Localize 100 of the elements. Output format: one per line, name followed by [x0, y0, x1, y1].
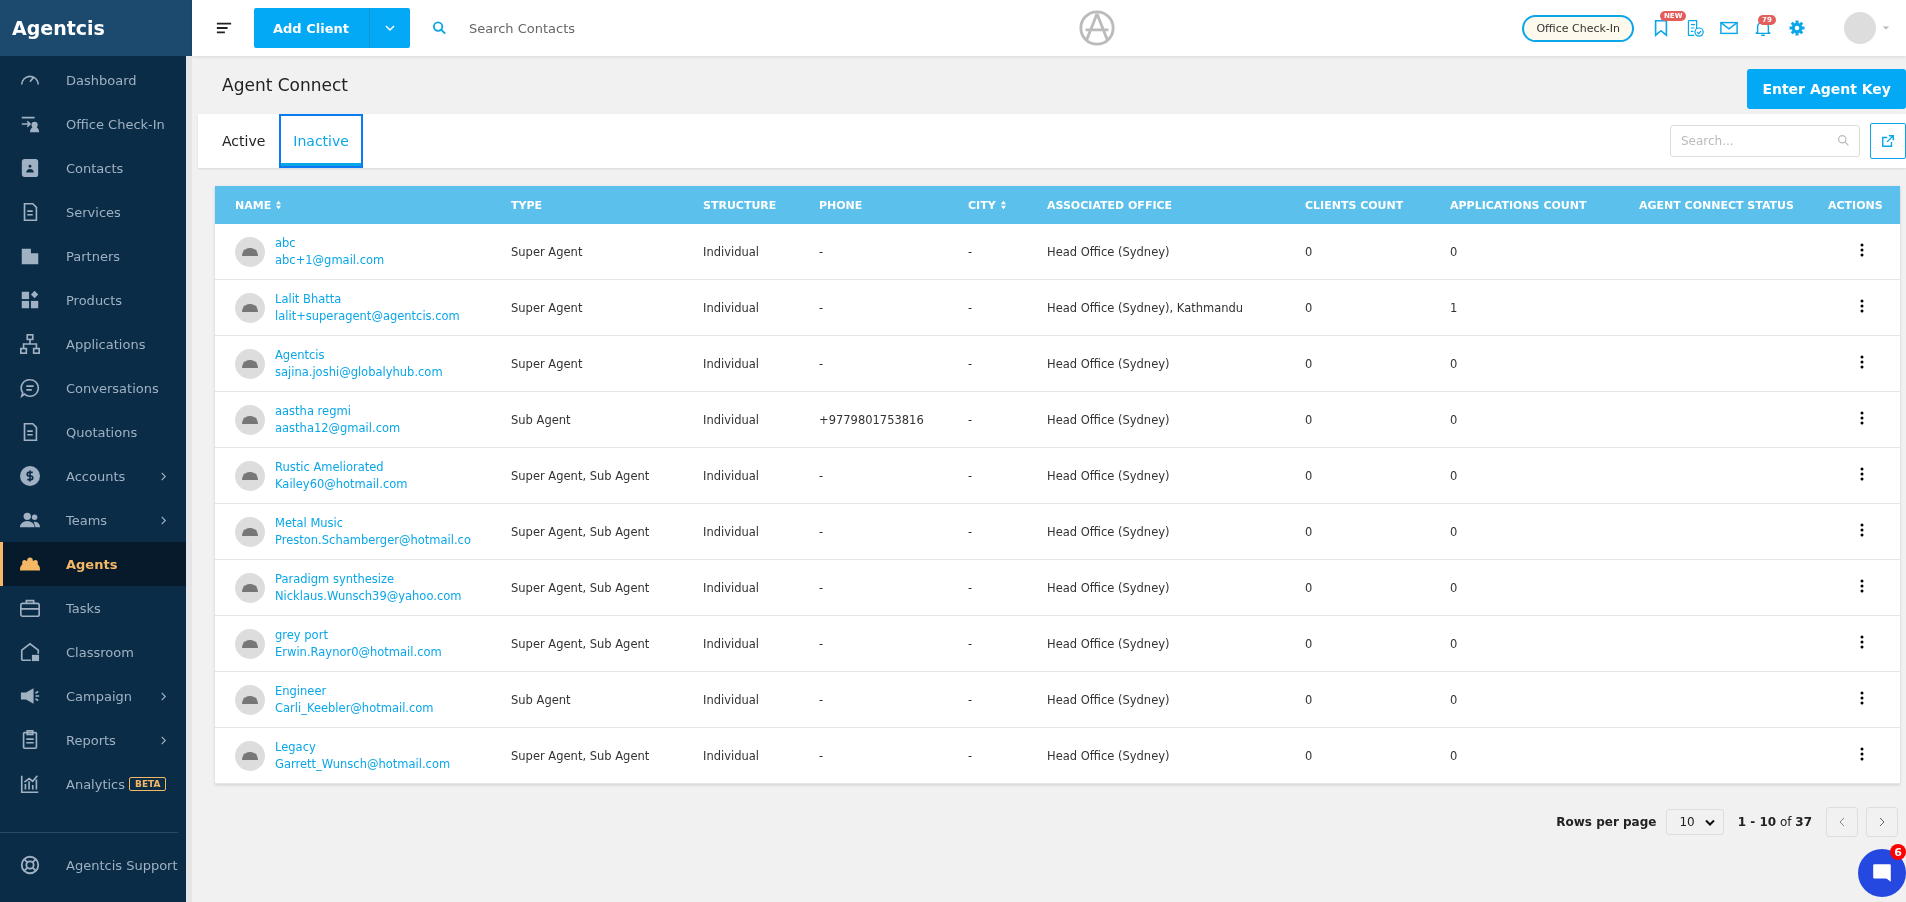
sidebar-item[interactable]: Classroom	[0, 630, 186, 674]
sidebar-item[interactable]: Teams	[0, 498, 186, 542]
table-cell-text: -	[967, 524, 974, 539]
table-cell-text: Super Agent, Sub Agent	[510, 468, 651, 483]
table-cell-text: -	[967, 692, 974, 707]
column-header: APPLICATIONS COUNT	[1449, 198, 1588, 212]
support-link[interactable]: Agentcis Support	[0, 843, 186, 887]
table-cell-text: 0	[1304, 748, 1314, 763]
more-options-icon[interactable]	[1860, 243, 1864, 257]
tab[interactable]: Inactive	[279, 114, 363, 168]
sidebar-item[interactable]: Dashboard	[0, 58, 186, 102]
sidebar-item[interactable]: Quotations	[0, 410, 186, 454]
table-cell-text: 0	[1449, 524, 1459, 539]
agent-name-link[interactable]: grey port	[275, 628, 442, 642]
agent-name-link[interactable]: Agentcis	[275, 348, 443, 362]
avatar-icon	[235, 292, 265, 323]
agent-name-link[interactable]: Rustic Ameliorated	[275, 460, 408, 474]
rows-per-page-select[interactable]: 10	[1666, 809, 1724, 835]
table-cell-text: Head Office (Sydney), Kathmandu	[1046, 300, 1245, 315]
agent-email-link[interactable]: Nicklaus.Wunsch39@yahoo.com	[275, 589, 462, 603]
unread-badge: 6	[1890, 844, 1906, 860]
more-options-icon[interactable]	[1860, 579, 1864, 593]
table-cell-text: Head Office (Sydney)	[1046, 412, 1171, 427]
sidebar-item[interactable]: Products	[0, 278, 186, 322]
table-cell-text: 0	[1304, 524, 1314, 539]
agent-email-link[interactable]: aastha12@gmail.com	[275, 421, 401, 435]
sidebar-item[interactable]: Accounts	[0, 454, 186, 498]
table-cell-text: -	[967, 636, 974, 651]
checklist-icon[interactable]	[1686, 19, 1704, 37]
agent-email-link[interactable]: Carli_Keebler@hotmail.com	[275, 701, 434, 715]
sidebar-item[interactable]: Partners	[0, 234, 186, 278]
add-client-button[interactable]: Add Client	[254, 8, 410, 48]
settings-icon[interactable]	[1788, 19, 1806, 37]
caret-icon[interactable]	[1882, 25, 1890, 31]
sidebar-item[interactable]: Applications	[0, 322, 186, 366]
agent-name-link[interactable]: Paradigm synthesize	[275, 572, 462, 586]
sidebar-item[interactable]: Reports	[0, 718, 186, 762]
sidebar-item[interactable]: Analytics BETA	[0, 762, 186, 806]
tab[interactable]: Active	[208, 114, 280, 168]
agent-name-link[interactable]: Engineer	[275, 684, 434, 698]
table-cell-text: Super Agent	[510, 356, 584, 371]
avatar-icon	[235, 516, 265, 547]
more-options-icon[interactable]	[1860, 691, 1864, 705]
table-cell-text: -	[967, 412, 974, 427]
column-header[interactable]: CITY	[948, 198, 1027, 212]
more-options-icon[interactable]	[1860, 411, 1864, 425]
export-button[interactable]	[1870, 123, 1906, 159]
table-cell-text: Individual	[702, 524, 760, 539]
megaphone-icon	[19, 685, 41, 707]
sidebar-item[interactable]: Office Check-In	[0, 102, 186, 146]
bookmark-icon[interactable]	[1652, 19, 1670, 37]
column-header: ACTIONS	[1828, 198, 1884, 212]
table-cell-text: 0	[1304, 580, 1314, 595]
more-options-icon[interactable]	[1860, 355, 1864, 369]
table-cell-text: -	[818, 468, 825, 483]
table-cell-text: Super Agent, Sub Agent	[510, 748, 651, 763]
table-cell-text: 0	[1304, 692, 1314, 707]
more-options-icon[interactable]	[1860, 299, 1864, 313]
agent-email-link[interactable]: sajina.joshi@globalyhub.com	[275, 365, 443, 379]
sidebar-item[interactable]: Agents	[0, 542, 186, 586]
agent-name-link[interactable]: Legacy	[275, 740, 451, 754]
enter-agent-key-button[interactable]: Enter Agent Key	[1747, 69, 1906, 109]
agent-email-link[interactable]: Garrett_Wunsch@hotmail.com	[275, 757, 451, 771]
agent-email-link[interactable]: Erwin.Raynor0@hotmail.com	[275, 645, 442, 659]
scrollbar[interactable]	[186, 56, 192, 902]
table-cell-text: Individual	[702, 580, 760, 595]
more-options-icon[interactable]	[1860, 523, 1864, 537]
agent-name-link[interactable]: abc	[275, 236, 385, 250]
mail-icon[interactable]	[1720, 19, 1738, 37]
agent-name-link[interactable]: Metal Music	[275, 516, 471, 530]
chat-button[interactable]	[1858, 849, 1906, 897]
agent-email-link[interactable]: Preston.Schamberger@hotmail.co	[275, 533, 471, 547]
caret-icon[interactable]	[383, 24, 396, 32]
agent-email-link[interactable]: Kailey60@hotmail.com	[275, 477, 408, 491]
chevron-left-icon	[1839, 817, 1845, 827]
sort-icon[interactable]	[275, 200, 283, 210]
sidebar-item[interactable]: Tasks	[0, 586, 186, 630]
agent-email-link[interactable]: lalit+superagent@agentcis.com	[275, 309, 460, 323]
search-field[interactable]: Search...	[1670, 125, 1860, 157]
briefcase-icon	[19, 597, 41, 619]
sort-icon[interactable]	[999, 200, 1007, 210]
sidebar-item[interactable]: Conversations	[0, 366, 186, 410]
column-header: CLIENTS COUNT	[1304, 198, 1405, 212]
sidebar-item[interactable]: Campaign	[0, 674, 186, 718]
brand-name: Agentcis	[12, 17, 105, 39]
column-header[interactable]: NAME	[215, 198, 491, 212]
more-options-icon[interactable]	[1860, 635, 1864, 649]
table-cell-text: Individual	[702, 244, 760, 259]
sidebar-item[interactable]: Contacts	[0, 146, 186, 190]
agent-name-link[interactable]: aastha regmi	[275, 404, 401, 418]
search-icon[interactable]	[431, 19, 447, 37]
sidebar-item[interactable]: Services	[0, 190, 186, 234]
more-options-icon[interactable]	[1860, 467, 1864, 481]
office-check-in-button[interactable]: Office Check-In	[1522, 14, 1634, 42]
avatar-icon	[235, 628, 265, 659]
table-cell-text: 0	[1449, 580, 1459, 595]
agent-email-link[interactable]: abc+1@gmail.com	[275, 253, 385, 267]
more-options-icon[interactable]	[1860, 747, 1864, 761]
agent-name-link[interactable]: Lalit Bhatta	[275, 292, 460, 306]
avatar-icon	[235, 740, 265, 771]
